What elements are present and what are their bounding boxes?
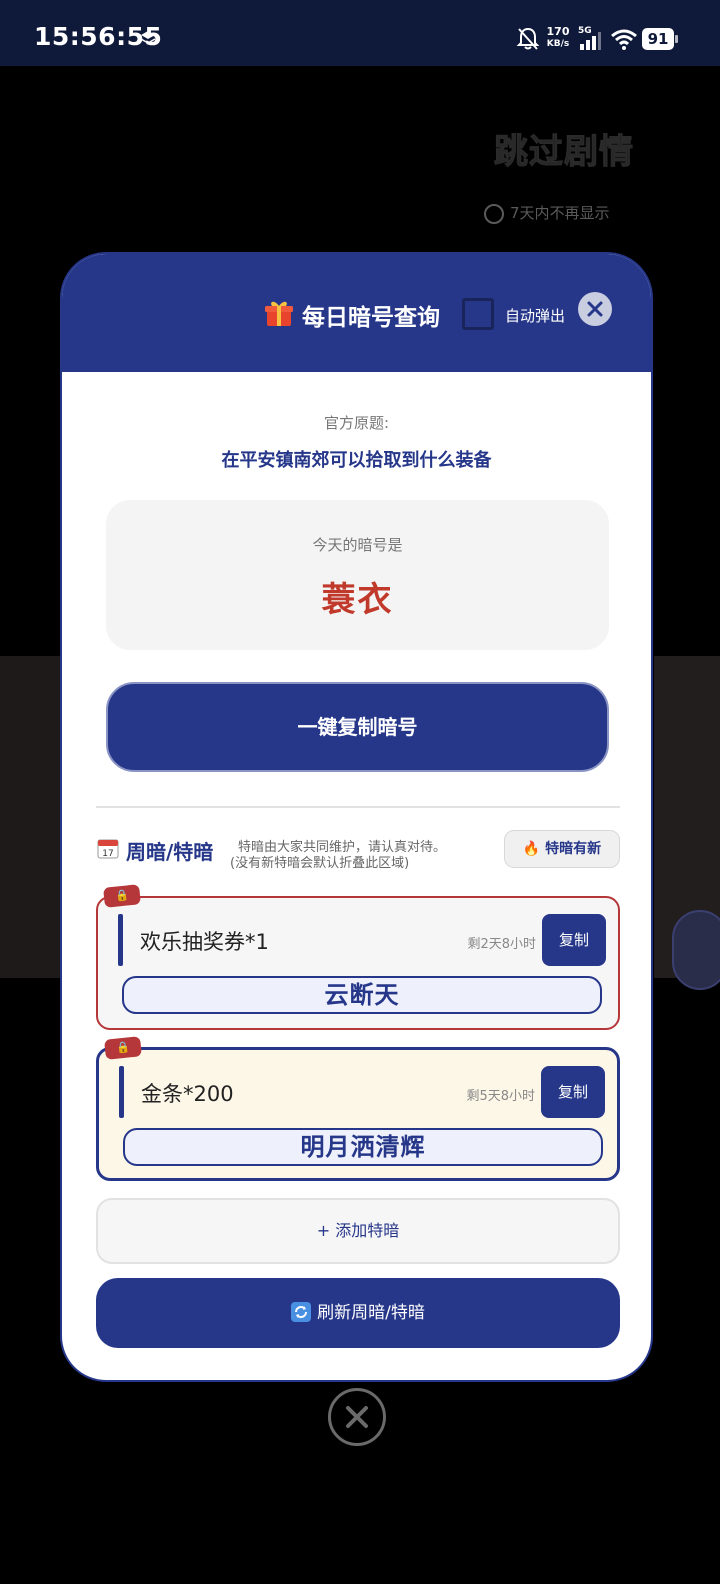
special-code-card: 🔒 金条*200 剩5天8小时 复制 明月洒清辉 <box>96 1036 620 1181</box>
battery-level: 91 <box>642 28 674 50</box>
no-show-7days-label: 7天内不再显示 <box>510 204 610 222</box>
card-reward-title: 欢乐抽奖券*1 <box>140 930 269 954</box>
refresh-button[interactable]: 刷新周暗/特暗 <box>96 1278 620 1348</box>
close-icon <box>587 301 603 317</box>
battery-tip <box>675 35 678 43</box>
today-code-label: 今天的暗号是 <box>312 536 403 554</box>
special-new-button[interactable]: 🔥 特暗有新 <box>504 830 620 868</box>
net-speed: 170 KB/s <box>544 26 572 50</box>
svg-text:17: 17 <box>102 849 113 859</box>
auto-popup-checkbox[interactable] <box>462 298 494 330</box>
question-label: 官方原题: <box>323 414 390 432</box>
radio-icon[interactable] <box>484 203 504 224</box>
today-code-box: 今天的暗号是 蓑衣 <box>106 500 609 650</box>
question-text: 在平安镇南郊可以拾取到什么装备 <box>221 450 492 471</box>
card-remaining-time: 剩5天8小时 <box>466 1089 535 1104</box>
background-avatar <box>672 910 720 990</box>
card-copy-button[interactable]: 复制 <box>541 1066 605 1118</box>
card-reward-title: 金条*200 <box>141 1082 234 1106</box>
lock-icon: 🔒 <box>103 884 141 908</box>
battery-icon: 91 <box>642 28 678 50</box>
signal-icon <box>580 32 601 50</box>
modal-header: 每日暗号查询 自动弹出 <box>62 254 651 372</box>
modal-title: 每日暗号查询 <box>302 305 440 331</box>
net-speed-value: 170 <box>546 25 570 38</box>
daily-code-modal: 每日暗号查询 自动弹出 官方原题: 在平安镇南郊可以拾取到什么装备 今天的暗号是… <box>60 252 653 1382</box>
modal-close-button[interactable] <box>578 292 612 326</box>
net-speed-unit: KB/s <box>546 39 570 49</box>
weekly-title: 周暗/特暗 <box>126 840 214 864</box>
auto-popup-label: 自动弹出 <box>505 307 566 325</box>
close-icon <box>346 1406 368 1428</box>
no-show-7days-option[interactable]: 7天内不再显示 <box>484 202 610 224</box>
card-remaining-time: 剩2天8小时 <box>467 937 536 952</box>
wifi-icon <box>611 29 637 50</box>
lock-icon: 🔒 <box>104 1036 142 1060</box>
copy-code-button[interactable]: 一键复制暗号 <box>106 682 609 772</box>
card-accent-bar <box>118 914 123 966</box>
add-special-code-button[interactable]: + 添加特暗 <box>96 1198 620 1264</box>
card-copy-button[interactable]: 复制 <box>542 914 606 966</box>
bell-muted-icon <box>516 27 540 50</box>
special-code-card: 🔒 欢乐抽奖券*1 剩2天8小时 复制 云断天 <box>96 884 620 1030</box>
divider <box>96 806 620 808</box>
card-accent-bar <box>119 1066 124 1118</box>
background-scene-left <box>0 656 62 978</box>
card-code-value: 明月洒清辉 <box>123 1128 603 1166</box>
refresh-label: 刷新周暗/特暗 <box>317 1303 425 1323</box>
special-new-label: 特暗有新 <box>545 841 602 857</box>
fire-icon: 🔥 <box>522 841 541 857</box>
card-code-value: 云断天 <box>122 976 602 1014</box>
skip-story-button[interactable]: 跳过剧情 <box>494 124 634 173</box>
weekly-note-line2: (没有新特暗会默认折叠此区域) <box>230 856 410 871</box>
layers-icon <box>140 31 156 44</box>
calendar-icon: 17 <box>97 839 119 859</box>
outer-close-button[interactable] <box>328 1388 386 1446</box>
gift-icon <box>265 301 293 326</box>
refresh-icon <box>291 1302 312 1322</box>
today-code-value: 蓑衣 <box>321 580 394 620</box>
status-bar: 15:56:55 170 KB/s 5G 91 <box>0 0 720 66</box>
